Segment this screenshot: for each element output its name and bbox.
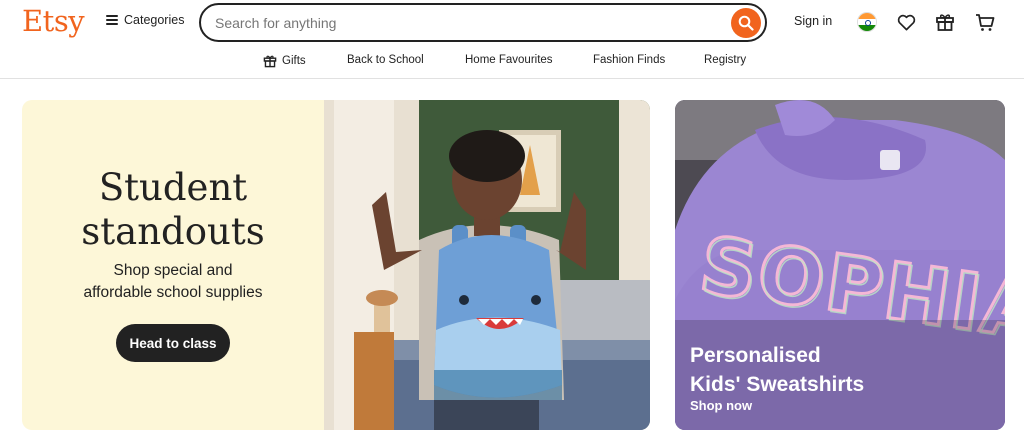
- search-icon: [738, 15, 754, 31]
- promo-title-line: Personalised: [690, 344, 821, 367]
- gift-icon: [936, 14, 954, 31]
- hero-text-panel: Student standouts Shop special and affor…: [22, 100, 324, 430]
- subnav-item-label: Fashion Finds: [593, 54, 666, 66]
- promo-card-kids-sweatshirts[interactable]: SOPHIA SOPHIA Personalised Kids' Sweatsh…: [675, 100, 1005, 430]
- menu-icon: [106, 15, 118, 25]
- subnav-item-label: Back to School: [347, 54, 424, 66]
- search-bar: [199, 3, 767, 42]
- india-flag-icon: [857, 12, 877, 32]
- search-input[interactable]: [215, 13, 715, 33]
- header-divider: [0, 78, 1024, 79]
- hero-student-photo: [324, 100, 650, 430]
- hero-title-line: Student: [98, 166, 248, 209]
- promo-title-line: Kids' Sweatshirts: [690, 373, 865, 396]
- search-button[interactable]: [731, 8, 761, 38]
- gift-icon: [263, 55, 277, 68]
- subnav-item-back-to-school[interactable]: Back to School: [347, 54, 424, 66]
- hero-banner[interactable]: Student standouts Shop special and affor…: [22, 100, 650, 430]
- sub-navigation: Gifts Back to School Home Favourites Fas…: [0, 50, 1024, 72]
- hero-subtitle-line: affordable school supplies: [83, 284, 263, 301]
- categories-label: Categories: [124, 13, 185, 27]
- shop-now-link[interactable]: Shop now: [690, 398, 752, 413]
- promo-title: Personalised Kids' Sweatshirts: [690, 341, 864, 399]
- heart-icon: [897, 14, 915, 30]
- gift-mode-button[interactable]: [934, 11, 956, 33]
- subnav-item-label: Registry: [704, 54, 747, 66]
- subnav-item-fashion-finds[interactable]: Fashion Finds: [593, 54, 665, 66]
- hero-subtitle: Shop special and affordable school suppl…: [22, 260, 324, 304]
- hero-subtitle-line: Shop special and: [113, 262, 233, 279]
- sign-in-link[interactable]: Sign in: [794, 14, 832, 28]
- cart-button[interactable]: [974, 11, 996, 33]
- subnav-item-gifts[interactable]: Gifts: [263, 54, 306, 68]
- hero-title: Student standouts: [22, 166, 324, 254]
- favorites-button[interactable]: [895, 11, 917, 33]
- subnav-item-label: Home Favourites: [465, 54, 553, 66]
- site-header: Etsy Categories Sign in: [0, 0, 1024, 44]
- subnav-item-registry[interactable]: Registry: [704, 54, 746, 66]
- region-selector[interactable]: [856, 11, 878, 33]
- head-to-class-button[interactable]: Head to class: [116, 324, 230, 362]
- hero-title-line: standouts: [81, 210, 265, 253]
- subnav-item-home-favourites[interactable]: Home Favourites: [465, 54, 553, 66]
- etsy-logo[interactable]: Etsy: [22, 4, 85, 38]
- cart-icon: [976, 13, 995, 31]
- categories-button[interactable]: Categories: [106, 13, 184, 27]
- subnav-item-label: Gifts: [282, 55, 306, 67]
